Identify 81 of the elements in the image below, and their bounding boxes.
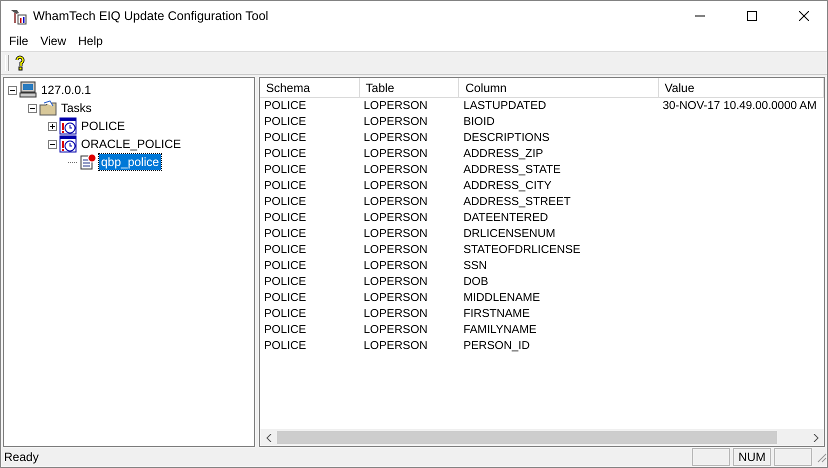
- tree-item[interactable]: POLICE: [79, 118, 128, 134]
- table-cell-text: LOPERSON: [362, 195, 429, 210]
- tree-item[interactable]: Tasks: [59, 100, 94, 116]
- table-cell-text: LOPERSON: [362, 147, 429, 162]
- table-cell-text: POLICE: [263, 195, 308, 210]
- table-cell-text: POLICE: [263, 307, 308, 322]
- collapse-icon[interactable]: [28, 104, 37, 112]
- tree-item[interactable]: qbp_police: [99, 154, 162, 170]
- table-cell-text: MIDDLENAME: [462, 291, 541, 306]
- expand-icon[interactable]: [48, 122, 57, 130]
- table-cell-text: SSN: [462, 259, 488, 274]
- table-cell-text: LOPERSON: [362, 307, 429, 322]
- table-cell-text: DESCRIPTIONS: [462, 131, 551, 146]
- table-cell-text: POLICE: [263, 179, 308, 194]
- table-cell-text: FIRSTNAME: [462, 307, 531, 322]
- table-cell-text: LOPERSON: [362, 339, 429, 354]
- table-cell-text: LOPERSON: [362, 131, 429, 146]
- table-cell-text: POLICE: [263, 259, 308, 274]
- column-header[interactable]: Value: [658, 78, 824, 97]
- table-cell-text: POLICE: [263, 275, 308, 290]
- table-cell-text: POLICE: [263, 147, 308, 162]
- app-icon: [9, 7, 27, 25]
- task-clock-icon: [59, 117, 77, 135]
- table-cell-text: LOPERSON: [362, 275, 429, 290]
- collapse-icon[interactable]: [48, 140, 57, 148]
- horizontal-scrollbar[interactable]: [260, 429, 824, 446]
- folder-icon: [39, 100, 57, 116]
- table-cell-text: ADDRESS_ZIP: [462, 147, 544, 162]
- column-header[interactable]: Table: [360, 78, 460, 97]
- table-cell-text: DRLICENSENUM: [462, 227, 556, 242]
- table-cell-text: ADDRESS_CITY: [462, 179, 552, 194]
- document-icon: [79, 153, 97, 171]
- table-cell-text: STATEOFDRLICENSE: [462, 243, 582, 258]
- tree-item[interactable]: ORACLE_POLICE: [79, 136, 184, 152]
- table-cell-text: BIOID: [462, 115, 496, 130]
- tree-item[interactable]: 127.0.0.1: [39, 82, 94, 98]
- table-cell-text: LOPERSON: [362, 211, 429, 226]
- table-cell-text: ADDRESS_STATE: [462, 163, 562, 178]
- table-cell-text: POLICE: [263, 227, 308, 242]
- table-cell-text: LOPERSON: [362, 115, 429, 130]
- table-cell-text: LOPERSON: [362, 291, 429, 306]
- resize-grip-icon[interactable]: [815, 451, 827, 463]
- table-cell-text: LOPERSON: [362, 163, 429, 178]
- column-header[interactable]: Schema: [260, 78, 360, 97]
- status-panel: [692, 448, 730, 466]
- table-cell-text: LOPERSON: [362, 179, 429, 194]
- status-text: Ready: [4, 450, 40, 464]
- table-cell-text: LOPERSON: [362, 323, 429, 338]
- column-header[interactable]: Column: [459, 78, 659, 97]
- table-cell-text: LOPERSON: [362, 99, 429, 114]
- table-cell-text: DOB: [462, 275, 490, 290]
- close-icon[interactable]: [799, 11, 809, 21]
- table-cell-text: LOPERSON: [362, 259, 429, 274]
- table-cell-text: ADDRESS_STREET: [462, 195, 572, 210]
- table-cell-text: LOPERSON: [362, 243, 429, 258]
- table-cell-text: 30-NOV-17 10.49.00.0000 AM: [662, 99, 818, 114]
- menu-item[interactable]: Help: [72, 34, 109, 48]
- window-title: WhamTech EIQ Update Configuration Tool: [33, 9, 270, 23]
- menu-item[interactable]: File: [3, 34, 34, 48]
- table-cell-text: POLICE: [263, 339, 308, 354]
- collapse-icon[interactable]: [8, 86, 17, 94]
- help-icon[interactable]: [15, 55, 25, 71]
- table-cell-text: POLICE: [263, 163, 308, 178]
- status-panel: [774, 448, 812, 466]
- computer-icon: [19, 81, 37, 99]
- table-cell-text: LOPERSON: [362, 227, 429, 242]
- table-cell-text: POLICE: [263, 243, 308, 258]
- table-cell-text: POLICE: [263, 211, 308, 226]
- table-cell-text: POLICE: [263, 323, 308, 338]
- task-clock-icon: [59, 135, 77, 153]
- menu-item[interactable]: View: [34, 34, 72, 48]
- table-cell-text: POLICE: [263, 291, 308, 306]
- table-cell-text: POLICE: [263, 131, 308, 146]
- table-cell-text: PERSON_ID: [462, 339, 531, 354]
- table-cell-text: POLICE: [263, 99, 308, 114]
- table-cell-text: LASTUPDATED: [462, 99, 548, 114]
- table-cell-text: FAMILYNAME: [462, 323, 538, 338]
- table-cell-text: POLICE: [263, 115, 308, 130]
- status-indicator: NUM: [733, 448, 771, 466]
- maximize-icon[interactable]: [747, 11, 757, 21]
- table-cell-text: DATEENTERED: [462, 211, 550, 226]
